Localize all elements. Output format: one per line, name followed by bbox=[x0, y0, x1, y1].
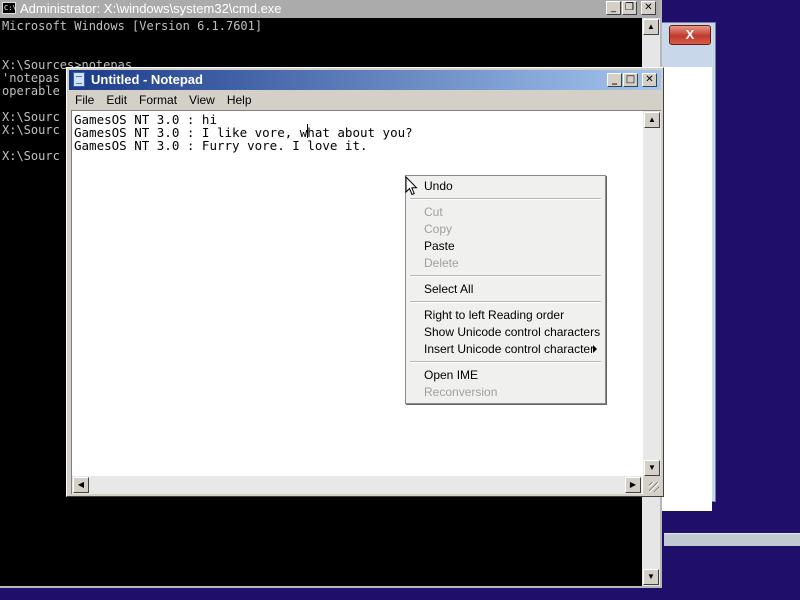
notepad-close-button[interactable]: ✕ bbox=[642, 73, 657, 87]
ctx-select-all[interactable]: Select All bbox=[424, 281, 473, 298]
ctx-paste[interactable]: Paste bbox=[424, 238, 455, 255]
notepad-scroll-up-button[interactable]: ▲ bbox=[644, 112, 660, 128]
cmd-scroll-down-button[interactable]: ▼ bbox=[643, 569, 659, 585]
menu-file[interactable]: File bbox=[69, 90, 100, 110]
notepad-line: GamesOS NT 3.0 : Furry vore. I love it. bbox=[74, 138, 368, 153]
notepad-minimize-button[interactable]: _ bbox=[607, 73, 622, 87]
cmd-line: X:\Sourc bbox=[2, 123, 60, 137]
text-caret bbox=[307, 124, 308, 138]
cmd-line: Microsoft Windows [Version 6.1.7601] bbox=[2, 19, 263, 33]
notepad-maximize-button[interactable]: □ bbox=[623, 73, 638, 87]
ctx-separator bbox=[410, 301, 601, 303]
cmd-restore-button[interactable]: ❐ bbox=[622, 1, 637, 15]
cmd-titlebar[interactable]: C:\ Administrator: X:\windows\system32\c… bbox=[0, 0, 660, 18]
cmd-scroll-up-button[interactable]: ▲ bbox=[643, 19, 659, 35]
ctx-reconversion: Reconversion bbox=[424, 385, 498, 399]
menu-view[interactable]: View bbox=[183, 90, 221, 110]
notepad-menubar: File Edit Format View Help bbox=[69, 90, 661, 110]
ctx-delete: Delete bbox=[424, 256, 459, 270]
notepad-scroll-right-button[interactable]: ▶ bbox=[625, 477, 641, 493]
ctx-cut: Cut bbox=[424, 205, 443, 219]
menu-edit[interactable]: Edit bbox=[100, 90, 133, 110]
ctx-separator bbox=[410, 198, 601, 200]
notepad-app-icon bbox=[73, 72, 85, 87]
notepad-horizontal-scrollbar[interactable]: ◀ ▶ bbox=[72, 476, 642, 494]
submenu-arrow-icon bbox=[593, 345, 597, 353]
cmd-close-button[interactable]: ✕ bbox=[641, 1, 656, 15]
notepad-scroll-left-button[interactable]: ◀ bbox=[73, 477, 89, 493]
notepad-vertical-scrollbar[interactable]: ▲ ▼ bbox=[643, 111, 661, 477]
ctx-separator bbox=[410, 275, 601, 277]
cmd-line: X:\Sourc bbox=[2, 149, 60, 163]
cmd-line: operable bbox=[2, 84, 60, 98]
ctx-undo[interactable]: Undo bbox=[424, 178, 453, 195]
cmd-title-text: Administrator: X:\windows\system32\cmd.e… bbox=[20, 1, 282, 16]
context-menu: Undo Cut Copy Paste Delete Select All Ri… bbox=[405, 175, 606, 404]
cmd-minimize-button[interactable]: _ bbox=[606, 1, 621, 15]
ctx-insert-unicode-control[interactable]: Insert Unicode control character bbox=[424, 341, 594, 358]
ctx-copy: Copy bbox=[424, 222, 453, 236]
menu-help[interactable]: Help bbox=[221, 90, 258, 110]
background-window-bar bbox=[664, 533, 800, 546]
ctx-show-unicode-control[interactable]: Show Unicode control characters bbox=[424, 324, 600, 341]
ctx-separator bbox=[410, 361, 601, 363]
notepad-titlebar[interactable]: Untitled - Notepad _ □ ✕ bbox=[69, 70, 661, 90]
notepad-scroll-down-button[interactable]: ▼ bbox=[644, 460, 660, 476]
ctx-open-ime[interactable]: Open IME bbox=[424, 367, 478, 384]
background-window-content bbox=[657, 67, 712, 511]
mouse-pointer-icon bbox=[405, 176, 418, 196]
resize-grip[interactable] bbox=[643, 476, 661, 494]
cmd-app-icon: C:\ bbox=[2, 2, 17, 14]
ctx-rtl-reading-order[interactable]: Right to left Reading order bbox=[424, 307, 564, 324]
menu-format[interactable]: Format bbox=[133, 90, 183, 110]
background-window-close-button[interactable]: X bbox=[669, 25, 711, 45]
notepad-title-text: Untitled - Notepad bbox=[91, 72, 203, 87]
